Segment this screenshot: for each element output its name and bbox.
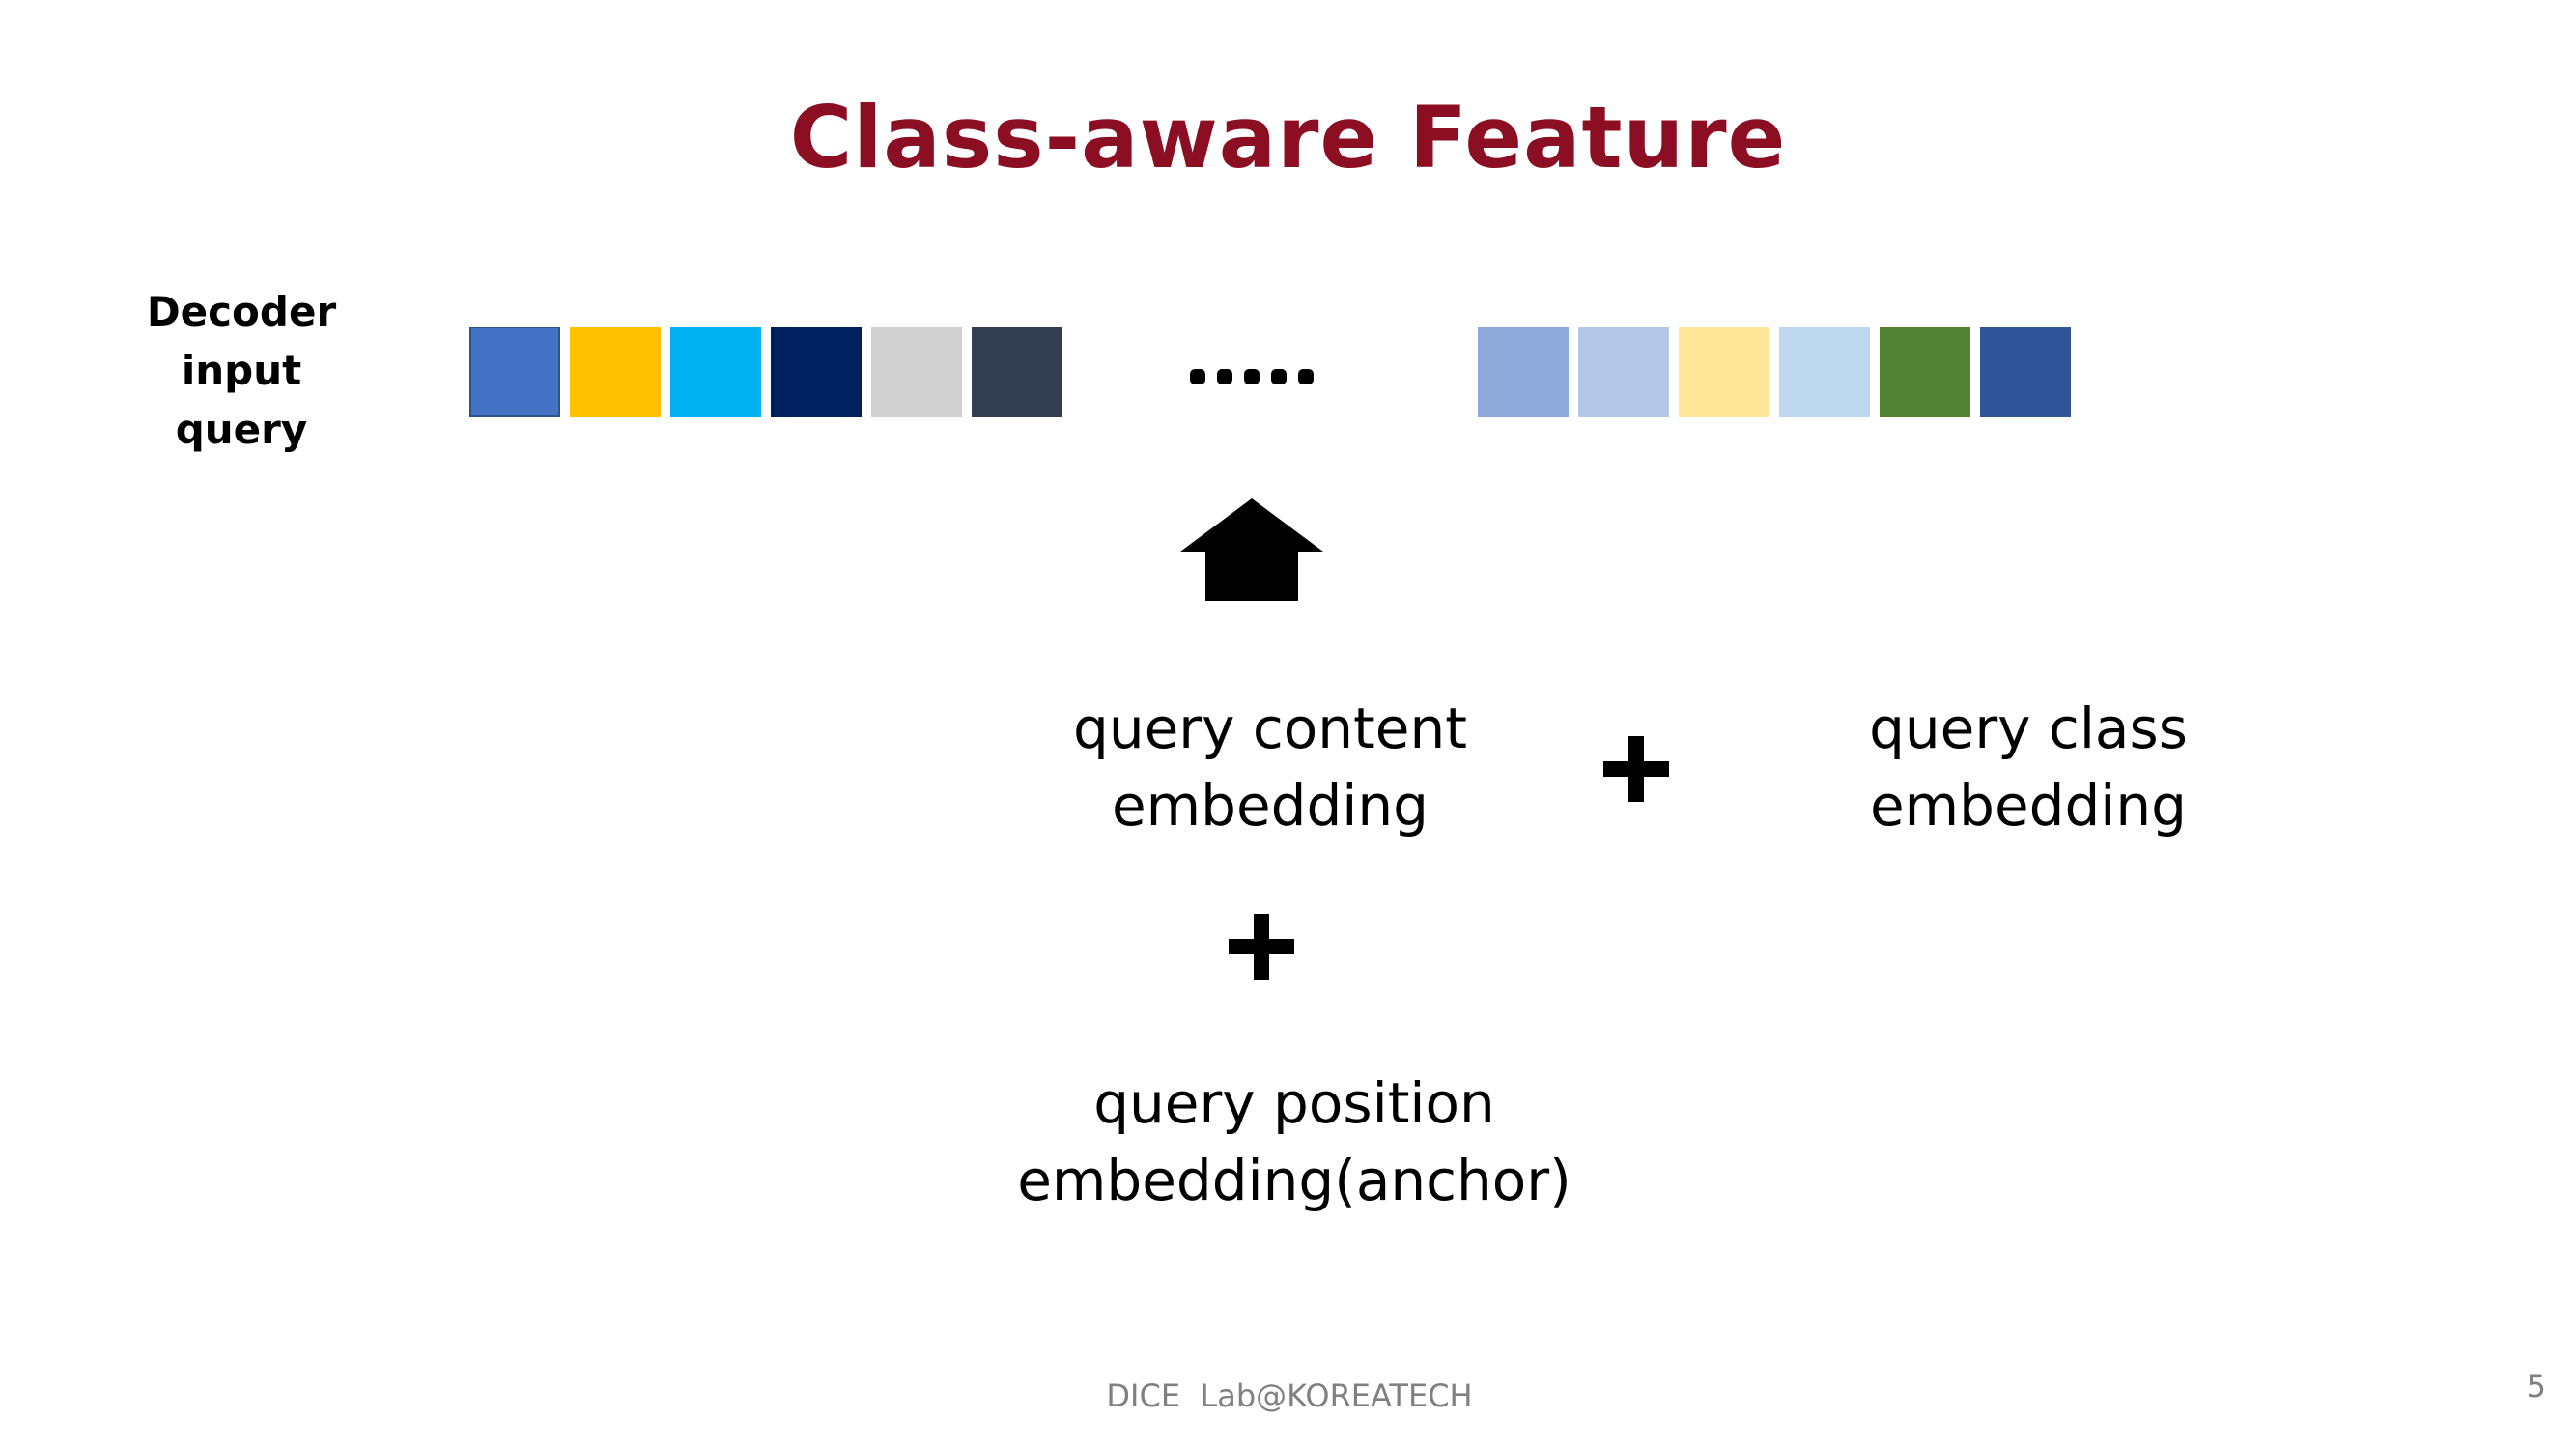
class-embedding-line-2: embedding — [1869, 773, 2187, 838]
query-token-square — [1679, 327, 1769, 417]
position-embedding-line-2: embedding(anchor) — [1017, 1148, 1571, 1213]
decoder-input-query-label: Decoder input query — [126, 282, 357, 459]
query-token-square — [570, 327, 661, 417]
query-token-square — [670, 327, 761, 417]
query-token-square — [1578, 327, 1669, 417]
query-token-square — [469, 327, 560, 417]
query-position-embedding-text: query position embedding(anchor) — [1005, 1065, 1584, 1219]
up-arrow-icon — [1180, 498, 1323, 601]
position-embedding-line-1: query position — [1093, 1070, 1495, 1136]
query-class-embedding-text: query class embedding — [1835, 690, 2222, 844]
content-embedding-line-1: query content — [1073, 696, 1467, 761]
decoder-label-line-3: query — [175, 406, 308, 453]
slide-title: Class-aware Feature — [789, 88, 1787, 187]
class-embedding-line-1: query class — [1869, 696, 2188, 761]
plus-icon — [1603, 736, 1669, 802]
content-embedding-line-2: embedding — [1111, 773, 1429, 838]
plus-icon — [1229, 914, 1294, 980]
query-token-square — [771, 327, 862, 417]
query-content-embedding-text: query content embedding — [1024, 690, 1516, 844]
query-token-square — [1880, 327, 1970, 417]
page-number: 5 — [2526, 1368, 2546, 1405]
query-token-square — [1478, 327, 1569, 417]
ellipsis-dots-icon — [1190, 369, 1314, 384]
decoder-label-line-1: Decoder — [146, 288, 337, 335]
query-token-square — [972, 327, 1062, 417]
query-token-square — [1980, 327, 2071, 417]
decoder-label-line-2: input — [181, 347, 302, 394]
footer-lab-name: DICE Lab@KOREATECH — [1106, 1378, 1473, 1414]
query-token-square — [1779, 327, 1870, 417]
query-token-square — [871, 327, 962, 417]
